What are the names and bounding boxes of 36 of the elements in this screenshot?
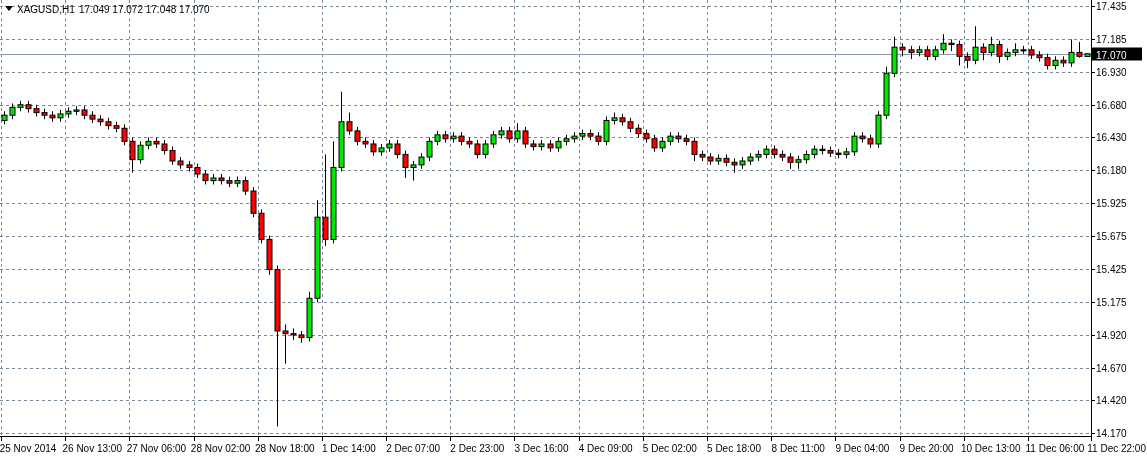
price-label: 17.185 (1096, 33, 1127, 45)
price-label: 14.420 (1096, 395, 1127, 407)
price-label: 15.175 (1096, 296, 1127, 308)
time-label: 9 Dec 04:00 (835, 443, 890, 454)
time-label: 25 Nov 2014 (0, 443, 57, 454)
time-label: 2 Dec 07:00 (386, 443, 441, 454)
price-label: 14.920 (1096, 329, 1127, 341)
dropdown-triangle-icon[interactable] (5, 6, 13, 11)
time-label: 27 Nov 06:00 (126, 443, 187, 454)
price-label: 14.670 (1096, 362, 1127, 374)
time-label: 26 Nov 13:00 (62, 443, 122, 454)
price-label: 15.675 (1096, 231, 1127, 243)
time-label: 2 Dec 23:00 (450, 443, 505, 454)
time-label: 10 Dec 13:00 (960, 443, 1021, 454)
quote-values: 17.049 17.072 17.048 17.070 (79, 4, 210, 15)
time-label: 5 Dec 02:00 (642, 443, 697, 454)
time-label: 9 Dec 20:00 (899, 443, 954, 454)
time-label: 28 Nov 02:00 (190, 443, 251, 454)
price-label: 14.170 (1096, 428, 1127, 439)
price-label: 16.180 (1096, 165, 1127, 177)
price-label: 16.430 (1096, 132, 1127, 144)
current-price-label: 17.070 (1096, 49, 1127, 61)
time-label: 11 Dec 06:00 (1025, 443, 1085, 454)
time-label: 8 Dec 11:00 (771, 443, 825, 454)
time-label: 4 Dec 09:00 (578, 443, 633, 454)
price-label: 16.930 (1096, 67, 1127, 79)
time-label: 3 Dec 16:00 (514, 443, 569, 454)
price-label: 15.425 (1096, 263, 1127, 275)
symbol-label: XAGUSD,H1 (17, 4, 75, 15)
time-label: 28 Nov 18:00 (255, 443, 315, 454)
time-label: 5 Dec 18:00 (707, 443, 761, 454)
time-label: 11 Dec 22:00 (1087, 443, 1146, 454)
price-label: 15.925 (1096, 198, 1127, 210)
price-label: 17.435 (1096, 1, 1127, 12)
price-label: 16.680 (1096, 99, 1127, 111)
time-label: 1 Dec 14:00 (322, 443, 376, 454)
